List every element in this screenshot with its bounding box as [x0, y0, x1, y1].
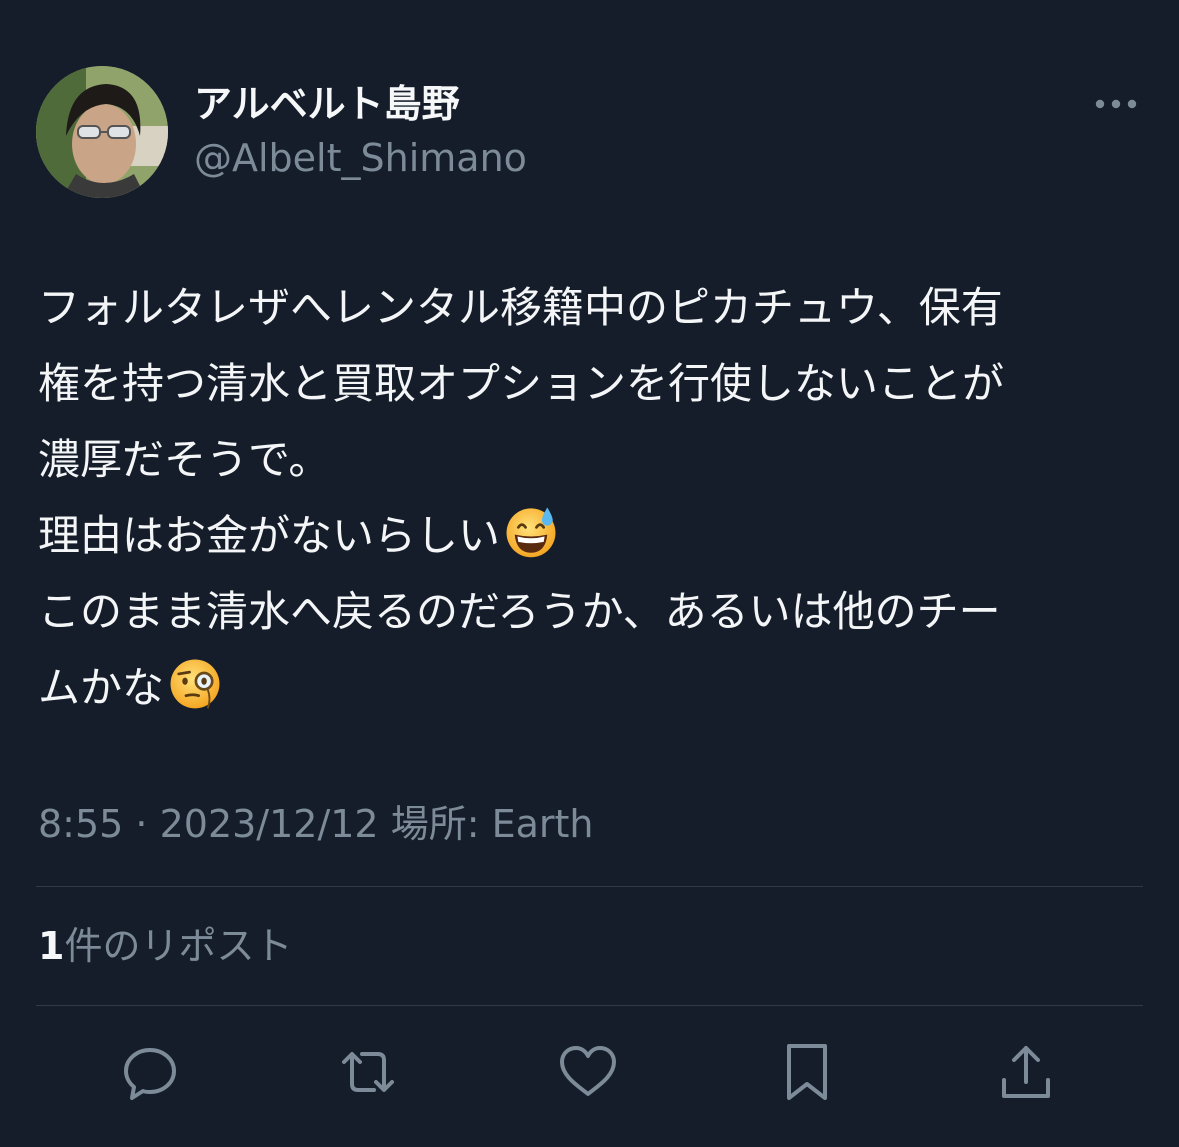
share-icon	[1002, 1046, 1050, 1098]
bookmark-icon	[787, 1044, 827, 1100]
divider	[36, 1005, 1143, 1006]
reply-button[interactable]	[118, 1040, 182, 1104]
retweet-button[interactable]	[336, 1040, 400, 1104]
tweet-line: このまま清水へ戻るのだろうか、あるいは他のチー	[38, 587, 1001, 636]
more-options-button[interactable]	[1090, 88, 1142, 120]
tweet-line-with-emoji: ムかな	[38, 650, 1148, 726]
tweet-time[interactable]: 8:55	[38, 802, 123, 846]
more-dots-icon	[1095, 99, 1137, 109]
tweet-line: 濃厚だそうで。	[38, 435, 331, 484]
tweet-line: フォルタレザへレンタル移籍中のピカチュウ、保有	[38, 283, 1003, 332]
reply-icon	[124, 1048, 176, 1100]
repost-stats[interactable]: 1件のリポスト	[38, 922, 292, 970]
meta-separator: ·	[123, 802, 160, 846]
tweet-meta: 8:55 · 2023/12/12 場所: Earth	[38, 800, 594, 848]
profile-photo-icon	[36, 66, 168, 198]
tweet-date[interactable]: 2023/12/12	[160, 802, 379, 846]
repost-label: 件のリポスト	[64, 924, 293, 968]
tweet-line-text: 理由はお金がないらしい	[38, 511, 501, 560]
author-display-name[interactable]: アルベルト島野	[194, 80, 460, 128]
grinning-face-with-sweat-icon	[506, 507, 556, 558]
avatar[interactable]	[36, 66, 168, 198]
retweet-icon	[342, 1052, 394, 1092]
tweet-line-with-emoji: 理由はお金がないらしい	[38, 498, 1148, 574]
bookmark-button[interactable]	[775, 1040, 839, 1104]
like-button[interactable]	[556, 1040, 620, 1104]
share-button[interactable]	[994, 1040, 1058, 1104]
tweet-location: 場所: Earth	[390, 802, 594, 846]
tweet-line-text: ムかな	[38, 663, 165, 712]
tweet-line: 権を持つ清水と買取オプションを行使しないことが	[38, 359, 1005, 408]
like-icon	[560, 1046, 616, 1096]
author-handle[interactable]: @Albelt_Shimano	[194, 134, 527, 182]
tweet-text: フォルタレザへレンタル移籍中のピカチュウ、保有 権を持つ清水と買取オプションを行…	[38, 270, 1148, 726]
repost-count: 1	[38, 924, 65, 968]
face-with-monocle-icon	[170, 659, 220, 709]
divider	[36, 886, 1143, 887]
